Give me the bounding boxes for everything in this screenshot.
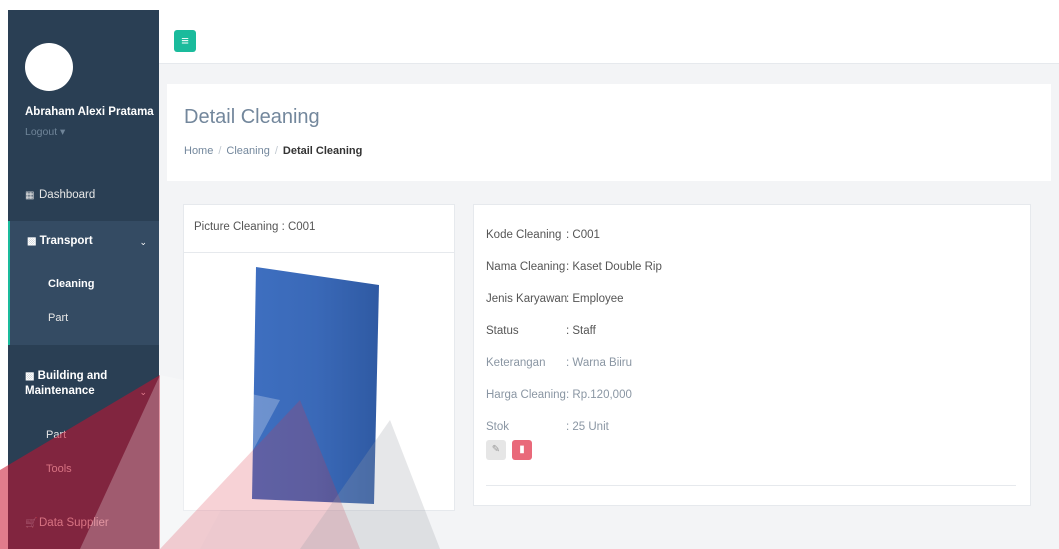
detail-row-status: Status : Staff xyxy=(486,325,596,337)
bar-chart-icon: ▩ xyxy=(27,236,37,247)
sidebar-item-label: Data Supplier xyxy=(39,517,109,529)
sidebar-item-tools[interactable]: Tools xyxy=(46,463,72,475)
sidebar-item-part[interactable]: Part xyxy=(48,312,68,324)
breadcrumb-separator: / xyxy=(218,145,222,157)
detail-label: Stok xyxy=(486,421,510,433)
detail-label: Keterangan xyxy=(486,357,546,369)
edit-button[interactable]: ✎ xyxy=(486,440,506,460)
chevron-down-icon[interactable]: ⌄ xyxy=(139,387,147,398)
dashboard-icon: ▦ xyxy=(25,190,35,201)
detail-label: Nama Cleaning xyxy=(486,261,566,273)
breadcrumb-home[interactable]: Home xyxy=(184,145,213,157)
picture-panel-title: Picture Cleaning : C001 xyxy=(194,221,316,233)
detail-row-kode: Kode Cleaning : C001 xyxy=(486,229,600,241)
detail-row-harga: Harga Cleaning: Rp.120,000 xyxy=(486,389,632,401)
sidebar-section-building: ▩ Building and Maintenance ⌄ Part Tools xyxy=(8,345,159,493)
detail-value: : Warna Biiru xyxy=(566,357,633,369)
detail-label: Status xyxy=(486,325,519,337)
divider xyxy=(486,485,1016,486)
product-image xyxy=(252,267,379,504)
menu-toggle-button[interactable]: ≡ xyxy=(174,30,196,52)
breadcrumb-separator: / xyxy=(274,145,278,157)
sidebar-item-building[interactable]: ▩ Building and xyxy=(25,370,107,382)
detail-value: : Kaset Double Rip xyxy=(566,261,662,273)
user-name: Abraham Alexi Pratama xyxy=(25,106,154,118)
chevron-down-icon[interactable]: ⌄ xyxy=(139,237,147,248)
sidebar-item-label: Building and xyxy=(37,370,108,382)
trash-icon: ▮ xyxy=(519,444,525,455)
top-navbar: ≡ xyxy=(159,0,1059,64)
detail-row-stok: Stok : 25 Unit xyxy=(486,421,609,433)
detail-label: Harga Cleaning xyxy=(486,389,566,401)
detail-label: Kode Cleaning xyxy=(486,229,562,241)
pencil-icon: ✎ xyxy=(491,444,501,455)
page-title: Detail Cleaning xyxy=(184,106,320,128)
detail-value: : 25 Unit xyxy=(566,421,609,433)
sidebar-item-part[interactable]: Part xyxy=(46,429,66,441)
detail-row-keterangan: Keterangan : Warna Biiru xyxy=(486,357,632,369)
sidebar-item-label-line2: Maintenance xyxy=(25,385,95,397)
detail-value: : Employee xyxy=(566,293,624,305)
profile-section: Abraham Alexi Pratama Logout ▾ xyxy=(8,10,159,170)
breadcrumb: Home / Cleaning / Detail Cleaning xyxy=(184,145,362,157)
sidebar-item-label: Dashboard xyxy=(39,189,96,201)
divider xyxy=(184,252,454,253)
avatar[interactable] xyxy=(25,43,73,91)
main-content: Detail Cleaning Home / Cleaning / Detail Cle… xyxy=(159,64,1059,549)
sidebar: Abraham Alexi Pratama Logout ▾ ▦ Dashboar… xyxy=(8,10,159,549)
sidebar-item-label: Transport xyxy=(39,235,93,247)
detail-label: Jenis Karyawan xyxy=(486,293,568,305)
sidebar-section-transport: ▩ Transport ⌄ Cleaning Part xyxy=(8,221,159,345)
logout-dropdown[interactable]: Logout ▾ xyxy=(25,126,65,138)
detail-value: : Rp.120,000 xyxy=(566,389,632,401)
page-header: Detail Cleaning Home / Cleaning / Detail Cle… xyxy=(167,84,1051,181)
breadcrumb-current: Detail Cleaning xyxy=(282,145,363,157)
bar-chart-icon: ▩ xyxy=(25,371,35,382)
breadcrumb-cleaning[interactable]: Cleaning xyxy=(226,145,269,157)
picture-panel: Picture Cleaning : C001 xyxy=(183,204,455,511)
detail-row-nama: Nama Cleaning: Kaset Double Rip xyxy=(486,261,662,273)
sidebar-item-cleaning[interactable]: Cleaning xyxy=(48,278,94,290)
sidebar-item-transport[interactable]: ▩ Transport xyxy=(27,235,93,247)
detail-row-jenis: Jenis Karyawan: Employee xyxy=(486,293,624,305)
detail-panel: Kode Cleaning : C001 Nama Cleaning: Kaset… xyxy=(473,204,1031,506)
cart-icon: 🛒 xyxy=(25,518,38,529)
delete-button[interactable]: ▮ xyxy=(512,440,532,460)
detail-value: : C001 xyxy=(566,229,600,241)
sidebar-item-data-supplier[interactable]: 🛒 Data Supplier xyxy=(8,493,159,549)
detail-value: : Staff xyxy=(566,325,596,337)
